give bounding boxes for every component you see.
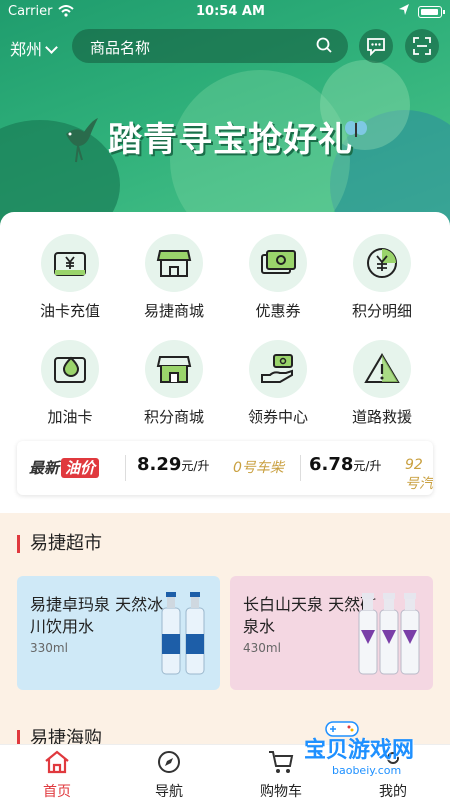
- menu-item-store[interactable]: 易捷商城: [124, 234, 224, 324]
- menu-label: 领券中心: [247, 408, 308, 426]
- watermark: 宝贝游戏网 baobeiy.com: [268, 718, 448, 788]
- tab-label: 导航: [155, 784, 183, 800]
- menu-item-fuel-card-recharge[interactable]: 油卡充值: [20, 234, 120, 324]
- watermark-url: baobeiy.com: [328, 764, 406, 777]
- oil-price-ticker[interactable]: 最新 油价 8.29元/升 0号车柴 6.78元/升 92号汽: [17, 441, 433, 495]
- city-label: 郑州: [10, 40, 43, 59]
- product-card[interactable]: 长白山天泉 天然矿泉水 430ml: [230, 576, 433, 690]
- home-icon: [45, 750, 69, 774]
- points-icon: [367, 248, 397, 278]
- oil-type-3: 92号汽: [405, 457, 433, 492]
- wifi-icon: [58, 5, 74, 17]
- battery-icon: [418, 6, 445, 18]
- product-name: 易捷卓玛泉 天然冰川饮用水: [30, 595, 164, 636]
- watermark-text: 宝贝游戏网: [304, 738, 415, 763]
- status-bar: Carrier 10:54 AM: [0, 0, 450, 24]
- product-volume: 330ml: [30, 641, 68, 655]
- scan-icon: [413, 37, 431, 55]
- divider: [125, 455, 126, 481]
- location-arrow-icon: [399, 4, 409, 15]
- tab-label: 首页: [43, 784, 71, 800]
- search-bar[interactable]: 商品名称: [72, 29, 348, 63]
- city-selector[interactable]: 郑州: [10, 36, 58, 60]
- bird-icon: [66, 118, 98, 163]
- store-icon: [156, 250, 192, 277]
- menu-item-coupon-center[interactable]: 领券中心: [228, 340, 328, 430]
- search-icon: [316, 37, 332, 53]
- compass-icon: [158, 751, 180, 773]
- butterfly-icon: [345, 121, 367, 137]
- menu-label: 积分明细: [351, 302, 412, 320]
- water-bottle-icon: [161, 592, 205, 675]
- menu-label: 优惠券: [255, 302, 301, 320]
- fuel-card-recharge-icon: [54, 252, 86, 276]
- search-placeholder: 商品名称: [90, 39, 151, 57]
- scan-button[interactable]: [405, 29, 439, 63]
- oil-type-2: 0号车柴: [233, 460, 284, 476]
- product-card[interactable]: 易捷卓玛泉 天然冰川饮用水 330ml: [17, 576, 220, 690]
- carrier-label: Carrier: [8, 4, 53, 19]
- divider: [300, 455, 301, 481]
- product-volume: 430ml: [243, 641, 281, 655]
- banner-slogan: 踏青寻宝抢好礼: [108, 120, 353, 160]
- oil-price-2: 6.78元/升: [309, 454, 382, 475]
- menu-label: 积分商城: [143, 408, 204, 426]
- menu-label: 油卡充值: [39, 302, 100, 320]
- tab-navigation[interactable]: 导航: [134, 749, 204, 800]
- supermarket-section: 易捷超市 易捷卓玛泉 天然冰川饮用水 330ml 长白山天泉 天然矿泉水 430…: [0, 513, 450, 749]
- tab-home[interactable]: 首页: [22, 749, 92, 800]
- menu-item-points-detail[interactable]: 积分明细: [332, 234, 432, 324]
- section-title: 易捷超市: [17, 535, 102, 553]
- coupon-center-icon: [261, 354, 293, 383]
- chat-icon: [367, 38, 385, 56]
- menu-label: 加油卡: [47, 408, 93, 426]
- road-rescue-icon: [364, 353, 400, 383]
- menu-item-points-store[interactable]: 积分商城: [124, 340, 224, 430]
- menu-item-coupon[interactable]: 优惠券: [228, 234, 328, 324]
- oil-price-1: 8.29元/升: [137, 454, 210, 475]
- message-button[interactable]: [359, 29, 393, 63]
- latest-oil-price-badge: 最新 油价: [29, 457, 100, 478]
- menu-label: 易捷商城: [143, 302, 204, 320]
- fuel-card-icon: [54, 356, 86, 383]
- chevron-down-icon: [45, 41, 58, 54]
- points-store-icon: [156, 356, 192, 383]
- menu-item-road-rescue[interactable]: 道路救援: [332, 340, 432, 430]
- menu-item-fuel-card[interactable]: 加油卡: [20, 340, 120, 430]
- coupon-icon: [261, 250, 296, 274]
- menu-label: 道路救援: [351, 408, 412, 426]
- water-bottle-icon: [358, 593, 420, 675]
- clock: 10:54 AM: [196, 4, 265, 19]
